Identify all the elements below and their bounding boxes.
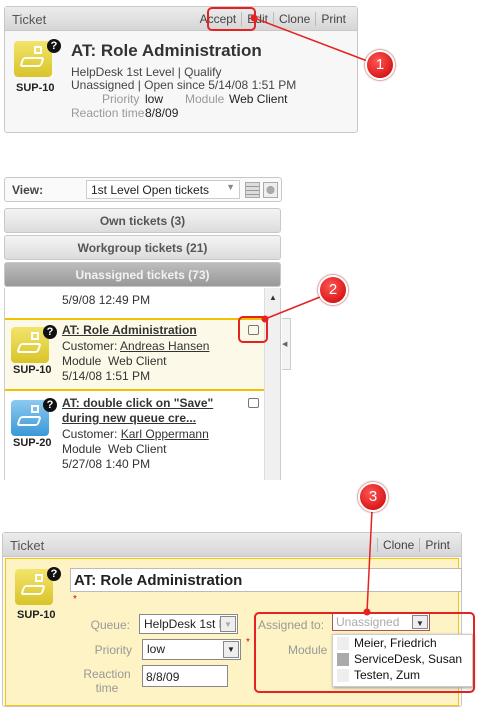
callout-line-2 bbox=[264, 294, 326, 320]
callout-badge-2: 2 bbox=[318, 275, 348, 305]
callout-line-1 bbox=[253, 17, 371, 63]
callout-line-3 bbox=[366, 509, 373, 613]
callout-badge-3: 3 bbox=[358, 482, 388, 512]
highlight-box-1 bbox=[207, 7, 256, 31]
callout-badge-1: 1 bbox=[365, 50, 395, 80]
callout-lines bbox=[250, 14, 373, 616]
highlight-box-3 bbox=[254, 612, 475, 693]
highlight-box-2 bbox=[238, 316, 268, 343]
